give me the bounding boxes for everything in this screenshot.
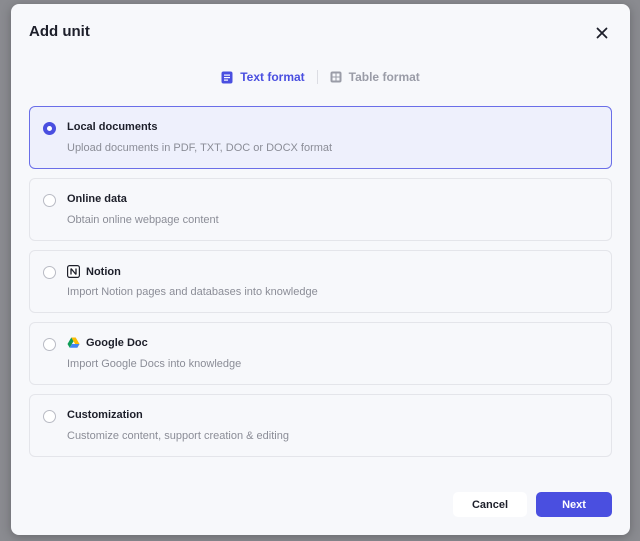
option-description: Customize content, support creation & ed… xyxy=(67,430,289,442)
close-icon xyxy=(596,27,608,39)
dialog-title: Add unit xyxy=(29,23,90,40)
notion-icon xyxy=(67,265,80,278)
option-local-documents[interactable]: Local documents Upload documents in PDF,… xyxy=(29,106,612,169)
tab-divider xyxy=(316,70,318,84)
next-button[interactable]: Next xyxy=(536,492,612,517)
option-description: Import Google Docs into knowledge xyxy=(67,358,242,370)
option-google-doc[interactable]: Google Doc Import Google Docs into knowl… xyxy=(29,322,612,385)
google-drive-icon xyxy=(67,337,80,349)
document-icon xyxy=(221,71,233,84)
table-icon xyxy=(330,71,342,83)
option-title: Google Doc xyxy=(86,337,148,349)
tab-text-format[interactable]: Text format xyxy=(215,68,310,86)
option-description: Import Notion pages and databases into k… xyxy=(67,286,318,298)
tab-table-format[interactable]: Table format xyxy=(324,68,426,86)
add-unit-dialog: Add unit Text format Table format Local … xyxy=(11,4,630,535)
option-notion[interactable]: Notion Import Notion pages and databases… xyxy=(29,250,612,313)
radio-button[interactable] xyxy=(43,122,56,135)
option-description: Obtain online webpage content xyxy=(67,214,219,226)
option-title: Notion xyxy=(86,265,121,278)
option-description: Upload documents in PDF, TXT, DOC or DOC… xyxy=(67,142,333,154)
option-customization[interactable]: Customization Customize content, support… xyxy=(29,394,612,457)
option-online-data[interactable]: Online data Obtain online webpage conten… xyxy=(29,178,612,241)
radio-button[interactable] xyxy=(43,194,56,207)
cancel-button[interactable]: Cancel xyxy=(453,492,527,517)
radio-button[interactable] xyxy=(43,410,56,423)
option-title: Customization xyxy=(67,409,143,421)
tab-table-format-label: Table format xyxy=(348,70,420,84)
option-title: Local documents xyxy=(67,121,158,133)
option-title: Online data xyxy=(67,193,127,205)
format-tabs: Text format Table format xyxy=(11,68,630,86)
radio-button[interactable] xyxy=(43,338,56,351)
close-button[interactable] xyxy=(591,22,613,44)
tab-text-format-label: Text format xyxy=(240,70,305,84)
source-options: Local documents Upload documents in PDF,… xyxy=(29,106,612,466)
radio-button[interactable] xyxy=(43,266,56,279)
